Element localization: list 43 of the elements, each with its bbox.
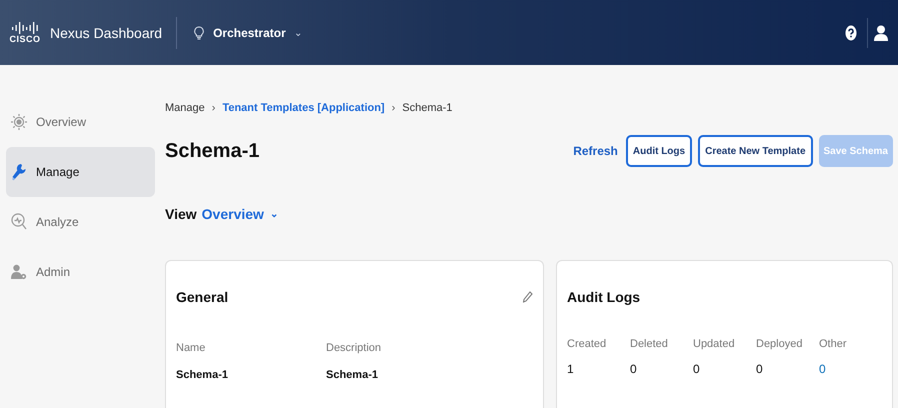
view-dropdown[interactable]: Overview ⌄ (202, 206, 278, 222)
pencil-icon[interactable] (523, 291, 533, 303)
logo-icon (11, 22, 39, 34)
view-label: View (165, 206, 197, 222)
magnifier-icon (11, 213, 27, 231)
stat-label: Updated (693, 338, 736, 350)
stat-label: Deleted (630, 338, 669, 350)
stat-value: 0 (756, 362, 764, 376)
user-icon[interactable] (874, 24, 888, 40)
breadcrumb-link[interactable]: Tenant Templates [Application] (222, 102, 385, 114)
stat-label: Deployed (756, 338, 804, 350)
lightbulb-icon (193, 26, 206, 40)
person-gear-icon (11, 264, 27, 280)
action-button[interactable]: Audit Logs (626, 135, 692, 167)
breadcrumb-item: Schema-1 (402, 102, 452, 114)
stat-value: 0 (630, 362, 638, 376)
stat-link[interactable]: 0 (819, 362, 882, 376)
wrench-icon (11, 163, 27, 181)
sidebar-item[interactable]: Overview (6, 97, 155, 147)
service-selector[interactable]: Orchestrator ⌄ (191, 24, 304, 42)
refresh-link[interactable]: Refresh (571, 135, 620, 167)
card-title: Audit Logs (567, 289, 640, 305)
sidebar-item[interactable]: Analyze (6, 197, 155, 247)
card-title: General (176, 289, 228, 305)
help-icon[interactable] (845, 24, 857, 40)
logo-text: CISCO (10, 34, 41, 44)
breadcrumb-separator: › (392, 102, 396, 114)
breadcrumb-item: Manage (165, 102, 205, 114)
stat-value: 0 (693, 362, 701, 376)
sidebar-item[interactable]: Manage (6, 147, 155, 197)
sidebar-item[interactable]: Admin (6, 247, 155, 297)
field-label: Name (176, 342, 206, 354)
stat-label: Created (567, 338, 608, 350)
stat-value: 1 (567, 362, 575, 376)
gear-icon (11, 114, 27, 130)
page-title: Schema-1 (165, 140, 260, 162)
stat-label: Other (819, 338, 848, 350)
field-value: Schema-1 (176, 369, 229, 381)
action-button[interactable]: Create New Template (698, 135, 812, 167)
breadcrumb-separator: › (212, 102, 216, 114)
app-title: Nexus Dashboard (50, 24, 162, 40)
field-value: Schema-1 (326, 369, 379, 381)
field-label: Description (326, 342, 382, 354)
